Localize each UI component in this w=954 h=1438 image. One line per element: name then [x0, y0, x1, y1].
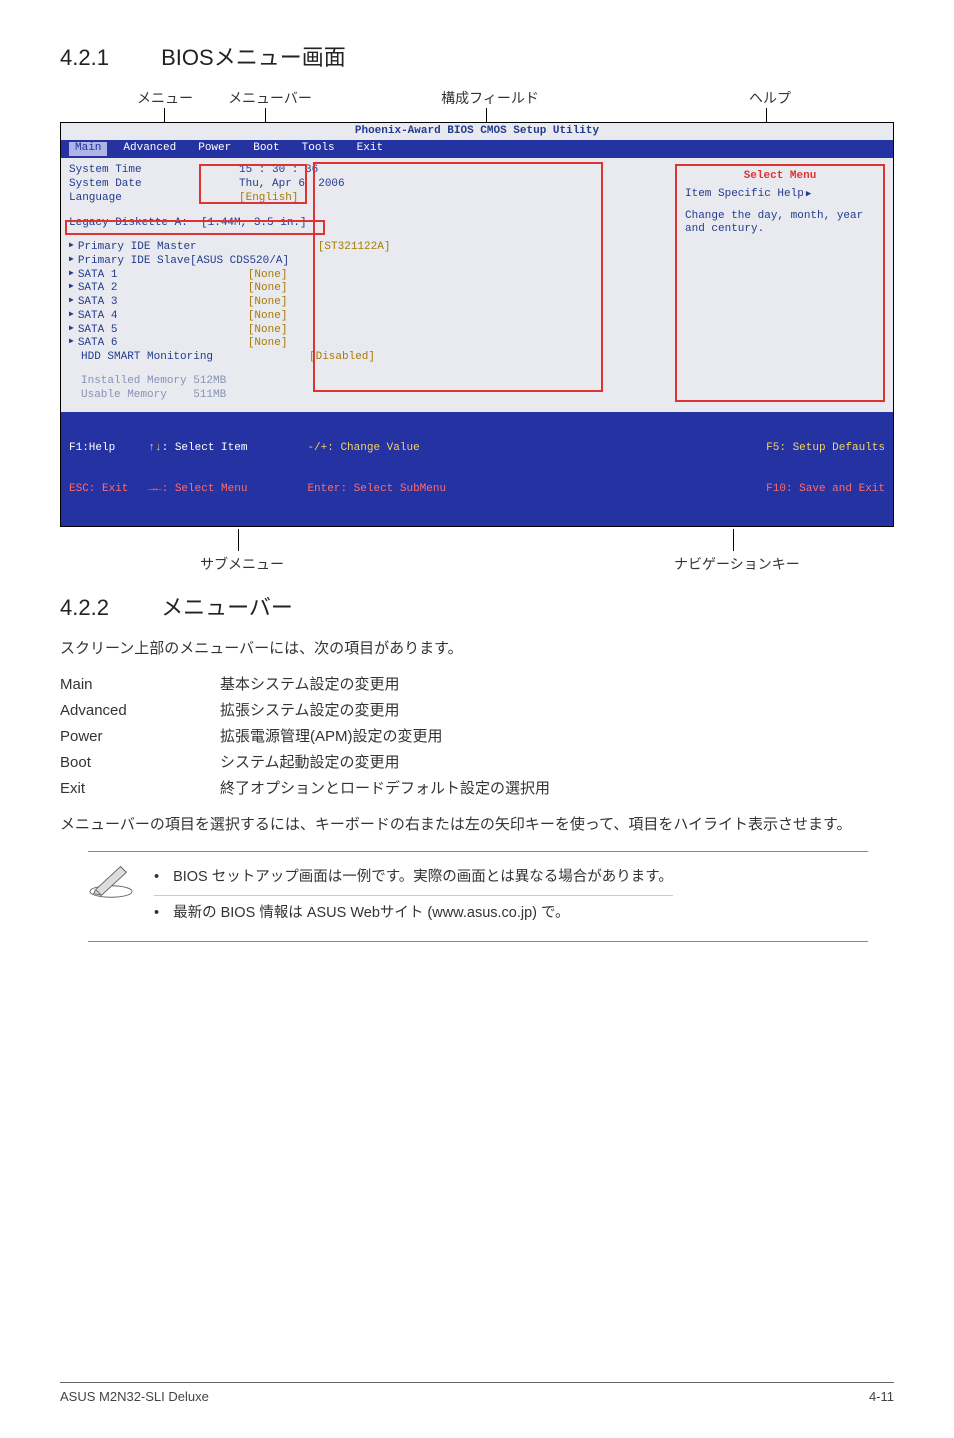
- after-paragraph: メニューバーの項目を選択するには、キーボードの右または左の矢印キーを使って、項目…: [60, 813, 894, 837]
- label-pim: Primary IDE Master: [78, 241, 248, 255]
- section-num: 4.2.1: [60, 40, 155, 75]
- page-footer: ASUS M2N32-SLI Deluxe 4-11: [60, 1382, 894, 1408]
- row-installed-memory: Installed Memory 512MB: [69, 375, 665, 389]
- section-num: 4.2.2: [60, 590, 155, 625]
- intro-paragraph: スクリーン上部のメニューバーには、次の項目があります。: [60, 637, 894, 661]
- bios-title: Phoenix-Award BIOS CMOS Setup Utility: [61, 123, 893, 141]
- label-system-date: System Date: [69, 178, 239, 192]
- footer-col1: F1:Help ESC: Exit: [69, 414, 128, 524]
- annot-config-field: 構成フィールド: [430, 87, 550, 109]
- label-hdd: HDD SMART Monitoring: [69, 351, 239, 365]
- annot-submenu: サブメニュー: [200, 553, 284, 575]
- section-text: メニューバー: [161, 595, 293, 620]
- tab-boot[interactable]: Boot: [247, 142, 285, 156]
- item-specific-help: Item Specific Help: [685, 188, 875, 202]
- label-pis: Primary IDE Slave[ASUS CDS520/A]: [78, 255, 289, 269]
- select-menu-title: Select Menu: [685, 170, 875, 184]
- annot-help: ヘルプ: [740, 87, 800, 109]
- row-sata5[interactable]: SATA 5[None]: [69, 324, 665, 338]
- annot-navkeys: ナビゲーションキー: [674, 553, 800, 575]
- annot-menu: メニュー: [120, 87, 210, 109]
- row-language[interactable]: Language [English]: [69, 192, 665, 206]
- bios-footer: F1:Help ESC: Exit ↑↓: Select Item →←: Se…: [61, 412, 893, 526]
- annot-menubar: メニューバー: [220, 87, 320, 109]
- row-hdd-smart[interactable]: HDD SMART Monitoring [Disabled]: [69, 351, 665, 365]
- annotation-top-row: メニュー メニューバー 構成フィールド ヘルプ: [80, 87, 894, 109]
- bios-left-pane: System Time 15 : 30 : 36 System Date Thu…: [69, 164, 665, 402]
- footer-page: 4-11: [869, 1387, 894, 1408]
- def-row: Exit終了オプションとロードデフォルト設定の選択用: [60, 777, 894, 801]
- row-legacy-diskette[interactable]: Legacy Diskette A: [1.44M, 3.5 in.]: [69, 217, 665, 231]
- tab-exit[interactable]: Exit: [351, 142, 389, 156]
- annotation-bottom-labels: サブメニュー ナビゲーションキー: [60, 553, 894, 575]
- value-system-date: Thu, Apr 6 2006: [239, 178, 399, 192]
- footer-col4: F5: Setup Defaults F10: Save and Exit: [766, 414, 885, 524]
- def-row: Main基本システム設定の変更用: [60, 673, 894, 697]
- tab-tools[interactable]: Tools: [296, 142, 341, 156]
- note-box: BIOS セットアップ画面は一例です。実際の画面とは異なる場合があります。 最新…: [88, 851, 868, 942]
- row-primary-ide-slave[interactable]: Primary IDE Slave[ASUS CDS520/A]: [69, 255, 665, 269]
- row-sata4[interactable]: SATA 4[None]: [69, 310, 665, 324]
- row-sata6[interactable]: SATA 6[None]: [69, 337, 665, 351]
- footer-col2: ↑↓: Select Item →←: Select Menu: [148, 414, 247, 524]
- row-sata2[interactable]: SATA 2[None]: [69, 282, 665, 296]
- section-422-title: 4.2.2 メニューバー: [60, 590, 894, 625]
- label-system-time: System Time: [69, 164, 239, 178]
- bios-screen: Phoenix-Award BIOS CMOS Setup Utility Ma…: [60, 122, 894, 528]
- pencil-icon: [88, 860, 134, 906]
- footer-product: ASUS M2N32-SLI Deluxe: [60, 1387, 209, 1408]
- bios-help-pane: Select Menu Item Specific Help Change th…: [675, 164, 885, 402]
- row-sata1[interactable]: SATA 1[None]: [69, 269, 665, 283]
- row-usable-memory: Usable Memory 511MB: [69, 389, 665, 403]
- tab-main[interactable]: Main: [69, 142, 107, 156]
- def-row: Advanced拡張システム設定の変更用: [60, 699, 894, 723]
- label-language: Language: [69, 192, 239, 206]
- value-system-time: 15 : 30 : 36: [239, 164, 399, 178]
- tab-advanced[interactable]: Advanced: [117, 142, 182, 156]
- footer-col3: -/+: Change Value Enter: Select SubMenu: [307, 414, 446, 524]
- note-list: BIOS セットアップ画面は一例です。実際の画面とは異なる場合があります。 最新…: [154, 860, 673, 931]
- tab-power[interactable]: Power: [192, 142, 237, 156]
- row-system-time[interactable]: System Time 15 : 30 : 36: [69, 164, 665, 178]
- def-row: Power拡張電源管理(APM)設定の変更用: [60, 725, 894, 749]
- row-primary-ide-master[interactable]: Primary IDE Master [ST321122A]: [69, 241, 665, 255]
- value-pim: [ST321122A]: [318, 241, 478, 255]
- def-row: Bootシステム起動設定の変更用: [60, 751, 894, 775]
- section-421-title: 4.2.1 BIOSメニュー画面: [60, 40, 894, 75]
- annotation-ticks: [80, 108, 894, 122]
- bios-tab-bar: Main Advanced Power Boot Tools Exit: [61, 140, 893, 158]
- note-item: 最新の BIOS 情報は ASUS Webサイト (www.asus.co.jp…: [154, 895, 673, 931]
- help-text: Change the day, month, year and century.: [685, 210, 875, 238]
- label-legacy: Legacy Diskette A: [1.44M, 3.5 in.]: [69, 217, 307, 231]
- note-item: BIOS セットアップ画面は一例です。実際の画面とは異なる場合があります。: [154, 860, 673, 895]
- value-hdd: [Disabled]: [309, 351, 375, 365]
- annotation-bottom-ticks: [60, 529, 894, 551]
- section-text: BIOSメニュー画面: [161, 45, 346, 70]
- value-language: [English]: [239, 192, 399, 206]
- row-system-date[interactable]: System Date Thu, Apr 6 2006: [69, 178, 665, 192]
- row-sata3[interactable]: SATA 3[None]: [69, 296, 665, 310]
- definition-table: Main基本システム設定の変更用 Advanced拡張システム設定の変更用 Po…: [60, 673, 894, 801]
